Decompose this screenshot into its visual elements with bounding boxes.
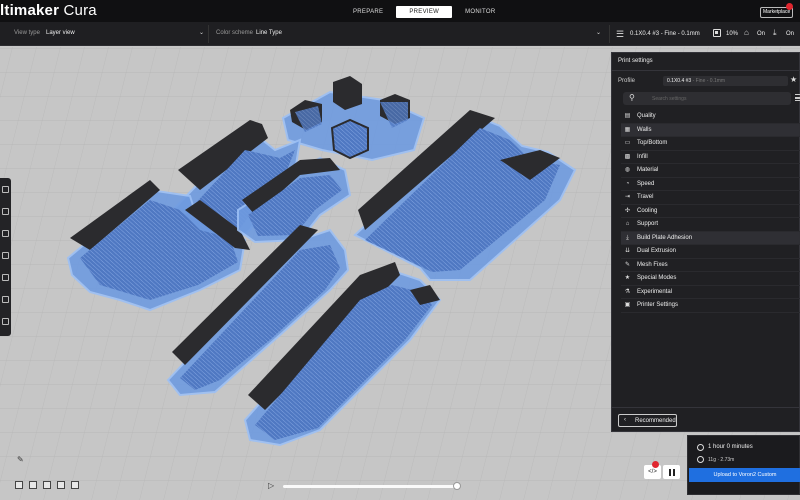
mesh-fixes-icon: ✎ bbox=[624, 261, 631, 268]
scale-icon[interactable] bbox=[2, 208, 9, 215]
dual-extrusion-icon: ⇊ bbox=[624, 248, 631, 254]
print-profile-summary[interactable]: 0.1X0.4 #3 - Fine - 0.1mm bbox=[630, 31, 700, 37]
support-summary: On bbox=[757, 31, 766, 37]
category-top-bottom[interactable]: ▭ Top/Bottom bbox=[621, 137, 800, 151]
upload-button[interactable]: Upload to Voron2 Custom bbox=[689, 468, 800, 482]
sliders-icon[interactable]: ☰ bbox=[616, 29, 624, 40]
quality-icon: ▤ bbox=[624, 113, 631, 119]
layer-slider-handle[interactable] bbox=[453, 482, 461, 490]
category-quality[interactable]: ▤ Quality bbox=[621, 110, 800, 124]
tab-preview[interactable]: PREVIEW bbox=[396, 6, 453, 18]
recommended-button[interactable]: ‹ Recommended bbox=[618, 414, 677, 427]
adhesion-icon: ⤓ bbox=[626, 234, 629, 241]
search-icon: ⚲ bbox=[629, 93, 635, 102]
support-icon: ⌂ bbox=[625, 221, 630, 227]
layer-slider[interactable] bbox=[283, 485, 457, 488]
tool-icon[interactable] bbox=[2, 318, 9, 325]
profile-label: Profile bbox=[618, 78, 636, 84]
view-front-icon[interactable] bbox=[29, 481, 37, 489]
special-modes-icon: ★ bbox=[624, 275, 631, 281]
cooling-icon: ✣ bbox=[624, 207, 631, 214]
travel-icon: ⇥ bbox=[624, 194, 631, 200]
divider bbox=[609, 25, 610, 43]
chevron-left-icon: ‹ bbox=[624, 417, 626, 423]
view-type-label: View type bbox=[14, 30, 40, 36]
chevron-down-icon[interactable]: ⌄ bbox=[199, 29, 204, 36]
infill-icon: ▩ bbox=[624, 153, 631, 160]
profile-dropdown[interactable]: 0.1X0.4 #3 - Fine - 0.1mm bbox=[663, 76, 788, 86]
tab-monitor[interactable]: MONITOR bbox=[452, 6, 508, 18]
category-printer-settings[interactable]: ▣ Printer Settings bbox=[621, 299, 800, 313]
color-scheme-dropdown[interactable]: Line Type bbox=[256, 30, 282, 36]
rotate-icon[interactable] bbox=[2, 230, 9, 237]
pen-icon[interactable]: ✎ bbox=[17, 455, 24, 464]
chevron-down-icon[interactable]: ⌄ bbox=[596, 29, 601, 36]
panel-title: Print settings bbox=[618, 58, 653, 64]
stage-tabs: PREPARE PREVIEW MONITOR bbox=[340, 6, 508, 18]
spool-icon bbox=[697, 456, 704, 463]
print-action-panel: 1 hour 0 minutes 11g · 2.73m Upload to V… bbox=[687, 435, 800, 495]
settings-categories: ▤ Quality ▦ Walls ▭ Top/Bottom ▩ Infill ◍ Mat… bbox=[621, 110, 800, 313]
walls-icon: ▦ bbox=[624, 126, 631, 133]
move-icon[interactable] bbox=[2, 186, 9, 193]
print-settings-panel: Print settings Profile 0.1X0.4 #3 - Fine… bbox=[611, 52, 800, 432]
search-settings-field[interactable]: ⚲ Search settings bbox=[623, 92, 791, 105]
color-scheme-label: Color scheme bbox=[216, 30, 254, 36]
tab-prepare[interactable]: PREPARE bbox=[340, 6, 396, 18]
experimental-icon: ⚗ bbox=[624, 288, 631, 295]
support-blocker-icon[interactable] bbox=[2, 296, 9, 303]
notification-badge bbox=[786, 3, 793, 10]
category-experimental[interactable]: ⚗ Experimental bbox=[621, 286, 800, 299]
view-type-dropdown[interactable]: Layer view bbox=[46, 30, 75, 36]
notification-badge bbox=[652, 461, 659, 468]
material-icon: ◍ bbox=[624, 167, 631, 173]
category-mesh-fixes[interactable]: ✎ Mesh Fixes bbox=[621, 259, 800, 272]
play-icon[interactable]: ▷ bbox=[268, 481, 274, 490]
adhesion-icon: ⤓ bbox=[773, 28, 777, 37]
category-dual-extrusion[interactable]: ⇊ Dual Extrusion bbox=[621, 245, 800, 259]
view-right-icon[interactable] bbox=[71, 481, 79, 489]
category-travel[interactable]: ⇥ Travel bbox=[621, 191, 800, 205]
category-material[interactable]: ◍ Material bbox=[621, 164, 800, 178]
category-speed[interactable]: ◔ Speed bbox=[621, 178, 800, 191]
divider bbox=[612, 70, 800, 71]
divider bbox=[612, 407, 800, 408]
search-input[interactable]: Search settings bbox=[652, 96, 686, 102]
category-support[interactable]: ⌂ Support bbox=[621, 218, 800, 232]
divider bbox=[208, 25, 209, 43]
category-build-plate-adhesion[interactable]: ⤓ Build Plate Adhesion bbox=[621, 231, 800, 245]
view-top-icon[interactable] bbox=[43, 481, 51, 489]
per-model-settings-icon[interactable] bbox=[2, 274, 9, 281]
speed-icon: ◔ bbox=[625, 180, 630, 187]
camera-view-buttons bbox=[15, 481, 79, 489]
top-bottom-icon: ▭ bbox=[624, 140, 631, 146]
adhesion-summary: On bbox=[786, 31, 795, 37]
material-estimate: 11g · 2.73m bbox=[708, 457, 735, 463]
category-walls[interactable]: ▦ Walls bbox=[621, 123, 800, 137]
support-icon: ⌂ bbox=[744, 28, 749, 37]
category-infill[interactable]: ▩ Infill bbox=[621, 151, 800, 164]
category-cooling[interactable]: ✣ Cooling bbox=[621, 205, 800, 218]
infill-summary: 10% bbox=[726, 31, 739, 37]
printer-settings-icon: ▣ bbox=[624, 302, 631, 308]
pause-button[interactable] bbox=[663, 465, 680, 479]
mirror-icon[interactable] bbox=[2, 252, 9, 259]
category-special-modes[interactable]: ★ Special Modes bbox=[621, 272, 800, 286]
print-time: 1 hour 0 minutes bbox=[708, 444, 753, 450]
clock-icon bbox=[697, 444, 704, 451]
view-left-icon[interactable] bbox=[57, 481, 65, 489]
infill-icon bbox=[713, 29, 721, 37]
menu-icon[interactable] bbox=[795, 94, 800, 101]
app-logo: ltimaker Cura bbox=[0, 2, 97, 19]
left-toolbar bbox=[0, 178, 11, 336]
star-icon[interactable]: ★ bbox=[790, 75, 797, 84]
app-header: ltimaker Cura PREPARE PREVIEW MONITOR Ma… bbox=[0, 0, 800, 22]
view-3d-icon[interactable] bbox=[15, 481, 23, 489]
